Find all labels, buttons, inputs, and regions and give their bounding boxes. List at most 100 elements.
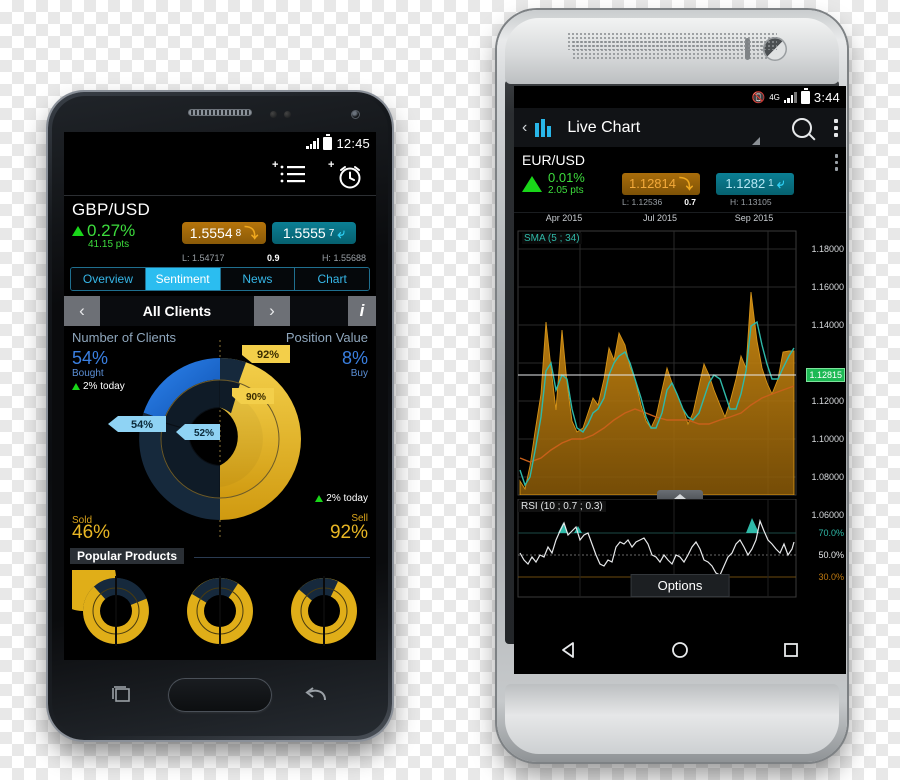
overflow-menu-icon[interactable] xyxy=(834,118,838,137)
callout-inner-left: 52% xyxy=(176,424,220,440)
x-tick-label: Apr 2015 xyxy=(545,213,583,223)
triangle-up-icon xyxy=(72,225,84,236)
status-time: 12:45 xyxy=(336,135,370,151)
x-tick-label: Sep 2015 xyxy=(734,213,774,223)
tab-chart[interactable]: Chart xyxy=(295,268,369,290)
day-low: L: 1.54717 xyxy=(182,253,225,263)
day-low: L: 1.12536 xyxy=(622,197,663,207)
back-triangle-icon[interactable] xyxy=(559,640,579,665)
day-high: H: 1.55688 xyxy=(321,253,366,263)
tab-sentiment[interactable]: Sentiment xyxy=(145,268,221,290)
low-high-row: L: 1.12536 0.7 H: 1.13105 xyxy=(522,196,838,209)
product-donut-chart xyxy=(187,576,253,646)
buy-price-button[interactable]: 1.5555 7 ⤶ xyxy=(272,222,356,244)
client-group-title: All Clients xyxy=(142,303,212,319)
sell-price-button[interactable]: 1.5554 8 ⤵ xyxy=(182,222,266,244)
client-selector-bar: ‹ All Clients › i xyxy=(64,296,376,326)
home-circle-icon[interactable] xyxy=(670,640,690,665)
right-phone-device: 📵 4G 3:44 ‹ Live Chart EUR/USD 0.01% 2.0… xyxy=(497,10,847,762)
buy-price: 1.1282 xyxy=(725,176,766,191)
left-phone-device: 12:45 + + GBP/USD 0.27% 41.15 pts 1.5554… xyxy=(48,92,392,740)
change-percent: 0.01% xyxy=(548,170,585,185)
right-quote-block: EUR/USD 0.01% 2.05 pts 1.12814 ⤵ 1.1282 … xyxy=(514,148,846,213)
tab-news[interactable]: News xyxy=(220,268,296,290)
popular-products-title: Popular Products xyxy=(70,548,185,564)
low-high-row: L: 1.54717 0.9 H: 1.55688 xyxy=(64,252,376,263)
left-phone-navigation xyxy=(64,670,376,724)
tab-overview[interactable]: Overview xyxy=(71,268,146,290)
rsi-tick-label: 50.0% xyxy=(818,550,844,560)
rsi-tick-label: 70.0% xyxy=(818,528,844,538)
sentiment-panel: Number of Clients Position Value 54% Bou… xyxy=(64,326,376,546)
current-price-tag: 1.12815 xyxy=(806,368,845,382)
rsi-tick-label: 30.0% xyxy=(818,572,844,582)
front-camera-icon xyxy=(351,110,360,119)
spread-value: 0.9 xyxy=(266,253,280,263)
y-tick-label: 1.18000 xyxy=(811,244,844,254)
sell-price: 1.5554 xyxy=(189,225,233,241)
change-points: 41.15 pts xyxy=(88,239,130,250)
chevron-left-icon[interactable]: ‹ xyxy=(522,119,527,137)
spread-value: 0.7 xyxy=(684,197,697,207)
triangle-up-icon xyxy=(522,175,542,192)
battery-charging-icon xyxy=(800,88,810,104)
price-subchart[interactable]: SMA (5 ; 34) 1.18000 1.16000 1.14000 1.1… xyxy=(514,227,846,520)
instrument-name[interactable]: EUR/USD xyxy=(522,152,838,168)
recents-square-icon[interactable] xyxy=(781,640,801,665)
rsi-subchart[interactable]: RSI (10 ; 0.7 ; 0.3) 70.0% 50.0% 30.0% O… xyxy=(514,499,846,599)
recent-apps-icon[interactable] xyxy=(112,686,132,704)
right-phone-bottom-plate xyxy=(505,684,839,754)
overflow-menu-icon[interactable] xyxy=(834,154,838,171)
live-chart-panel[interactable]: Apr 2015 Jul 2015 Sep 2015 SMA (5 ; 34) … xyxy=(514,213,846,598)
clients-bought-label: Bought xyxy=(72,368,104,379)
add-alert-icon[interactable]: + xyxy=(324,159,366,190)
x-tick-label: Jul 2015 xyxy=(642,213,678,223)
sell-price-button[interactable]: 1.12814 ⤵ xyxy=(622,172,700,195)
triangle-up-icon xyxy=(72,383,80,390)
buy-price: 1.5555 xyxy=(282,225,326,241)
back-icon[interactable] xyxy=(304,686,326,704)
left-status-bar: 12:45 xyxy=(64,132,376,154)
sma-indicator-label: SMA (5 ; 34) xyxy=(522,233,582,244)
header-divider xyxy=(194,557,370,558)
product-label: US 30 xyxy=(280,659,368,660)
instrument-name[interactable]: GBP/USD xyxy=(72,200,368,220)
screenshot-stage: 12:45 + + GBP/USD 0.27% 41.15 pts 1.5554… xyxy=(0,0,900,780)
product-label: US SPX 500 xyxy=(176,659,264,660)
svg-text:52%: 52% xyxy=(194,428,214,439)
price-row: 0.27% 41.15 pts 1.5554 8 ⤵ 1.5555 7 ⤶ xyxy=(72,222,368,250)
section-tabs: Overview Sentiment News Chart xyxy=(70,267,370,291)
chevron-left-icon[interactable]: ‹ xyxy=(64,296,100,326)
options-button[interactable]: Options xyxy=(630,574,730,597)
app-logo-bars-icon[interactable] xyxy=(535,118,552,137)
arrow-down-icon: ⤵ xyxy=(679,175,693,192)
svg-text:92%: 92% xyxy=(257,349,279,361)
popular-products-list: EUR/USD US SPX 500 Cash xyxy=(64,545,376,660)
info-icon[interactable]: i xyxy=(348,296,376,326)
buy-price-button[interactable]: 1.1282 1 ⤶ xyxy=(716,172,794,195)
sentiment-donut-chart[interactable]: 54% 52% 92% 90% xyxy=(100,340,340,538)
svg-text:54%: 54% xyxy=(131,419,153,431)
product-item[interactable]: EUR/USD xyxy=(64,545,160,660)
light-sensor-icon xyxy=(284,111,291,118)
product-donut-chart xyxy=(64,545,149,646)
signal-bars-icon xyxy=(783,91,797,103)
add-watchlist-icon[interactable]: + xyxy=(270,159,310,188)
y-tick-label: 1.14000 xyxy=(811,320,844,330)
chart-x-axis: Apr 2015 Jul 2015 Sep 2015 xyxy=(514,213,846,227)
battery-full-icon xyxy=(323,134,333,150)
resize-corner-icon xyxy=(752,137,760,145)
product-item[interactable]: US 30 Cash xyxy=(280,570,368,660)
left-quote-block: GBP/USD 0.27% 41.15 pts 1.5554 8 ⤵ 1.555… xyxy=(64,196,376,252)
earpiece-icon xyxy=(188,109,252,116)
product-item[interactable]: US SPX 500 Cash xyxy=(176,570,264,660)
arrow-up-icon: ⤶ xyxy=(776,175,785,191)
search-icon[interactable] xyxy=(792,117,812,138)
product-label: EUR/USD xyxy=(72,659,160,660)
home-button-icon[interactable] xyxy=(168,678,272,712)
position-buy-label: Buy xyxy=(350,368,368,379)
chevron-right-icon[interactable]: › xyxy=(254,296,290,326)
right-phone-navigation xyxy=(514,630,846,674)
buy-price-fraction: 1 xyxy=(768,178,774,189)
vibrate-icon: 📵 xyxy=(751,91,766,104)
